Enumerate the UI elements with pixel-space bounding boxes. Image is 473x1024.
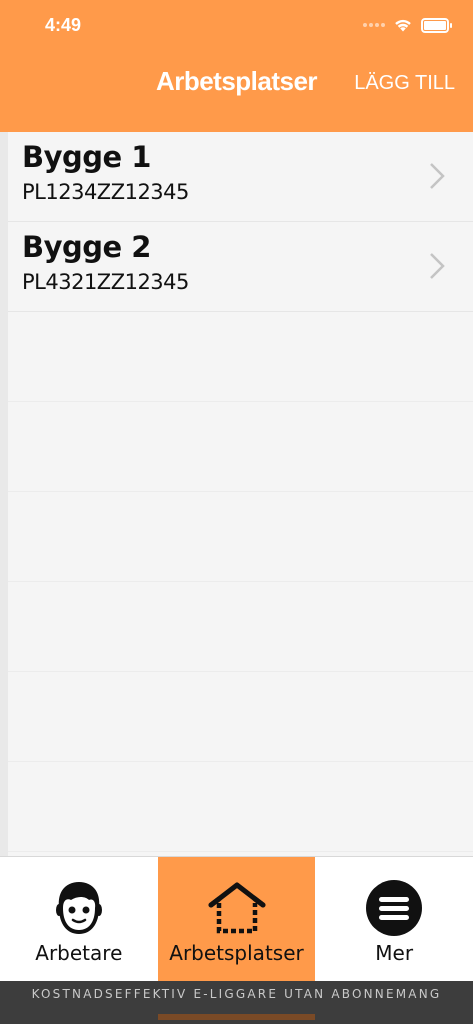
chevron-right-icon: [430, 163, 445, 189]
empty-row: [8, 312, 473, 402]
cellular-signal-icon: [363, 23, 385, 27]
tab-mer[interactable]: Mer: [315, 857, 473, 981]
menu-icon: [364, 877, 424, 939]
status-time: 4:49: [45, 15, 82, 35]
tab-arbetsplatser[interactable]: Arbetsplatser: [157, 857, 316, 981]
tab-label: Arbetare: [35, 941, 123, 965]
tab-arbetare[interactable]: Arbetare: [0, 857, 158, 981]
empty-row: [8, 762, 473, 852]
wifi-icon: [395, 19, 411, 32]
chevron-right-icon: [430, 253, 445, 279]
house-icon: [207, 877, 267, 939]
footer-banner: KOSTNADSEFFEKTIV E-LIGGARE UTAN ABONNEMA…: [0, 981, 473, 1024]
tab-label: Arbetsplatser: [169, 941, 304, 965]
footer-tagline: KOSTNADSEFFEKTIV E-LIGGARE UTAN ABONNEMA…: [31, 987, 442, 1001]
worker-face-icon: [49, 877, 109, 939]
active-tab-indicator: [158, 1014, 315, 1020]
add-button[interactable]: LÄGG TILL: [354, 72, 455, 95]
tab-bar: Arbetare Arbetsplatser Mer: [0, 856, 473, 981]
empty-row: [8, 672, 473, 762]
app-header: 4:49 Arbetsplatser LÄGG TILL: [0, 0, 473, 132]
workplace-row[interactable]: Bygge 1 PL1234ZZ12345: [8, 132, 473, 222]
workplace-name: Bygge 2: [22, 230, 151, 264]
workplace-name: Bygge 1: [22, 140, 151, 174]
empty-row: [8, 582, 473, 672]
empty-row: [8, 492, 473, 582]
status-indicators: [363, 14, 452, 36]
workplace-list: Bygge 1 PL1234ZZ12345 Bygge 2 PL4321ZZ12…: [8, 132, 473, 856]
empty-row: [8, 402, 473, 492]
tab-label: Mer: [375, 941, 414, 965]
workplace-row[interactable]: Bygge 2 PL4321ZZ12345: [8, 222, 473, 312]
workplace-code: PL4321ZZ12345: [22, 270, 189, 294]
battery-icon: [421, 17, 452, 33]
workplace-code: PL1234ZZ12345: [22, 180, 189, 204]
